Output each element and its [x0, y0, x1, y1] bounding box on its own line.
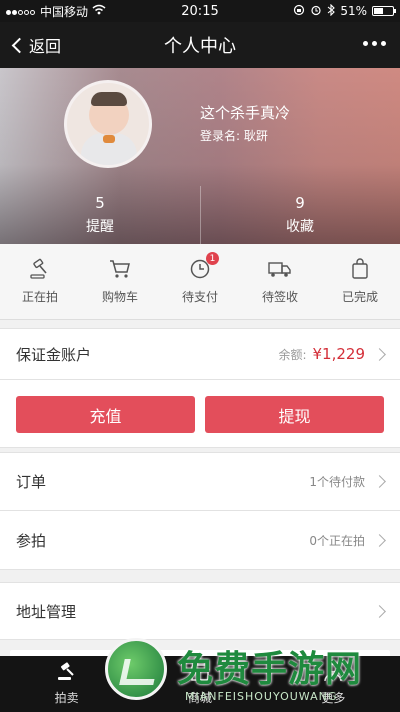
deposit-label: 保证金账户 [16, 345, 92, 364]
deposit-account-row[interactable]: 保证金账户 余额: ¥1,229 [0, 328, 400, 380]
balance-value: ¥1,229 [312, 345, 366, 363]
tab-shop[interactable]: 商城 [133, 656, 266, 712]
stat-value: 5 [95, 194, 105, 212]
bidding-value: 0个正在拍 [309, 533, 365, 548]
status-bar: 中国移动 20:15 51% [0, 0, 400, 22]
battery-icon [372, 6, 396, 16]
stat-reminders[interactable]: 5 提醒 [0, 186, 200, 244]
cart-icon [107, 258, 133, 280]
chevron-left-icon [11, 37, 28, 53]
login-name-row: 登录名: 耿趼 [200, 127, 268, 144]
bag-icon [347, 258, 373, 280]
clock-icon: 1 [187, 252, 219, 280]
tab-label: 更多 [321, 691, 346, 705]
order-status-bar: 正在拍 购物车 1 待支付 待签收 已完成 [0, 244, 400, 320]
tab-label: 拍卖 [54, 691, 79, 705]
tab-auction[interactable]: 拍卖 [0, 656, 133, 712]
recharge-button[interactable]: 充值 [16, 396, 195, 433]
stat-favorites[interactable]: 9 收藏 [200, 186, 400, 244]
gavel-icon [55, 662, 79, 685]
tab-bar: 拍卖 商城 更多 [0, 656, 400, 712]
order-status-pending-payment[interactable]: 1 待支付 [160, 244, 240, 319]
order-status-label: 购物车 [101, 290, 138, 304]
chevron-right-icon [373, 347, 386, 361]
truck-icon [267, 258, 293, 280]
order-status-bidding[interactable]: 正在拍 [0, 244, 80, 319]
withdraw-button[interactable]: 提现 [205, 396, 384, 433]
more-dots-icon[interactable] [363, 41, 386, 46]
back-button[interactable]: 返回 [10, 22, 61, 68]
stat-label: 提醒 [86, 219, 114, 235]
stat-value: 9 [295, 194, 305, 212]
login-label: 登录名: [200, 129, 241, 143]
order-status-completed[interactable]: 已完成 [320, 244, 400, 319]
order-status-cart[interactable]: 购物车 [80, 244, 160, 319]
user-icon [321, 662, 345, 685]
order-status-label: 待支付 [181, 290, 218, 304]
chevron-right-icon [373, 533, 386, 547]
order-status-label: 待签收 [261, 290, 298, 304]
gavel-icon [27, 258, 53, 280]
bluetooth-icon [327, 3, 336, 19]
chevron-right-icon [373, 604, 386, 618]
order-status-label: 已完成 [341, 290, 378, 304]
nav-bar: 返回 个人中心 [0, 22, 400, 68]
orders-row[interactable]: 订单 1个待付款 [0, 452, 400, 511]
avatar[interactable] [64, 80, 152, 168]
bidding-row[interactable]: 参拍 0个正在拍 [0, 511, 400, 570]
carrier-label: 中国移动 [40, 4, 89, 19]
signal-dots-icon [6, 4, 36, 18]
tab-more[interactable]: 更多 [267, 656, 400, 712]
address-management-row[interactable]: 地址管理 [0, 582, 400, 640]
login-name: 耿趼 [243, 129, 268, 143]
balance-label: 余额: [278, 347, 307, 362]
wifi-icon [92, 4, 106, 18]
order-status-to-receive[interactable]: 待签收 [240, 244, 320, 319]
stat-label: 收藏 [286, 219, 314, 235]
alarm-icon [310, 4, 322, 19]
lock-rotation-icon [293, 4, 305, 19]
username: 这个杀手真冷 [200, 104, 291, 122]
battery-percent: 51% [340, 4, 367, 18]
orders-label: 订单 [16, 473, 47, 491]
address-label: 地址管理 [16, 602, 77, 621]
bidding-label: 参拍 [16, 531, 47, 550]
profile-header: 这个杀手真冷 登录名: 耿趼 5 提醒 9 收藏 [0, 68, 400, 244]
orders-value: 1个待付款 [309, 475, 365, 489]
chevron-right-icon [373, 475, 386, 488]
shop-icon [188, 662, 212, 685]
tab-label: 商城 [187, 691, 212, 705]
back-label: 返回 [29, 37, 62, 56]
action-buttons: 充值 提现 [0, 380, 400, 448]
order-status-label: 正在拍 [21, 290, 58, 304]
pending-payment-badge: 1 [206, 252, 219, 265]
